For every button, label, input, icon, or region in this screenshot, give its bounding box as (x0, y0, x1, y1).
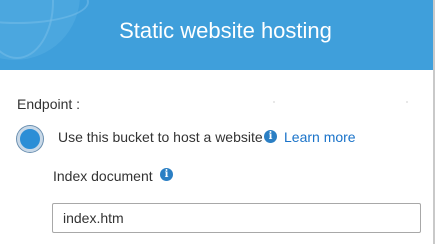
learn-more-link[interactable]: Learn more (284, 129, 356, 145)
info-icon[interactable]: i (264, 130, 277, 143)
index-document-input[interactable] (52, 203, 421, 233)
endpoint-value-speck (273, 101, 275, 103)
panel-title: Static website hosting (119, 18, 332, 43)
endpoint-label: Endpoint : (17, 96, 81, 112)
info-icon[interactable]: i (160, 168, 173, 181)
endpoint-value-speck (406, 101, 408, 103)
index-document-label: Index document (53, 168, 153, 184)
panel-header: Static website hosting (0, 0, 433, 70)
host-website-radio-label[interactable]: Use this bucket to host a website (58, 129, 263, 145)
host-website-radio[interactable] (17, 126, 43, 152)
static-website-hosting-panel: Static website hosting Endpoint : Use th… (0, 0, 435, 244)
